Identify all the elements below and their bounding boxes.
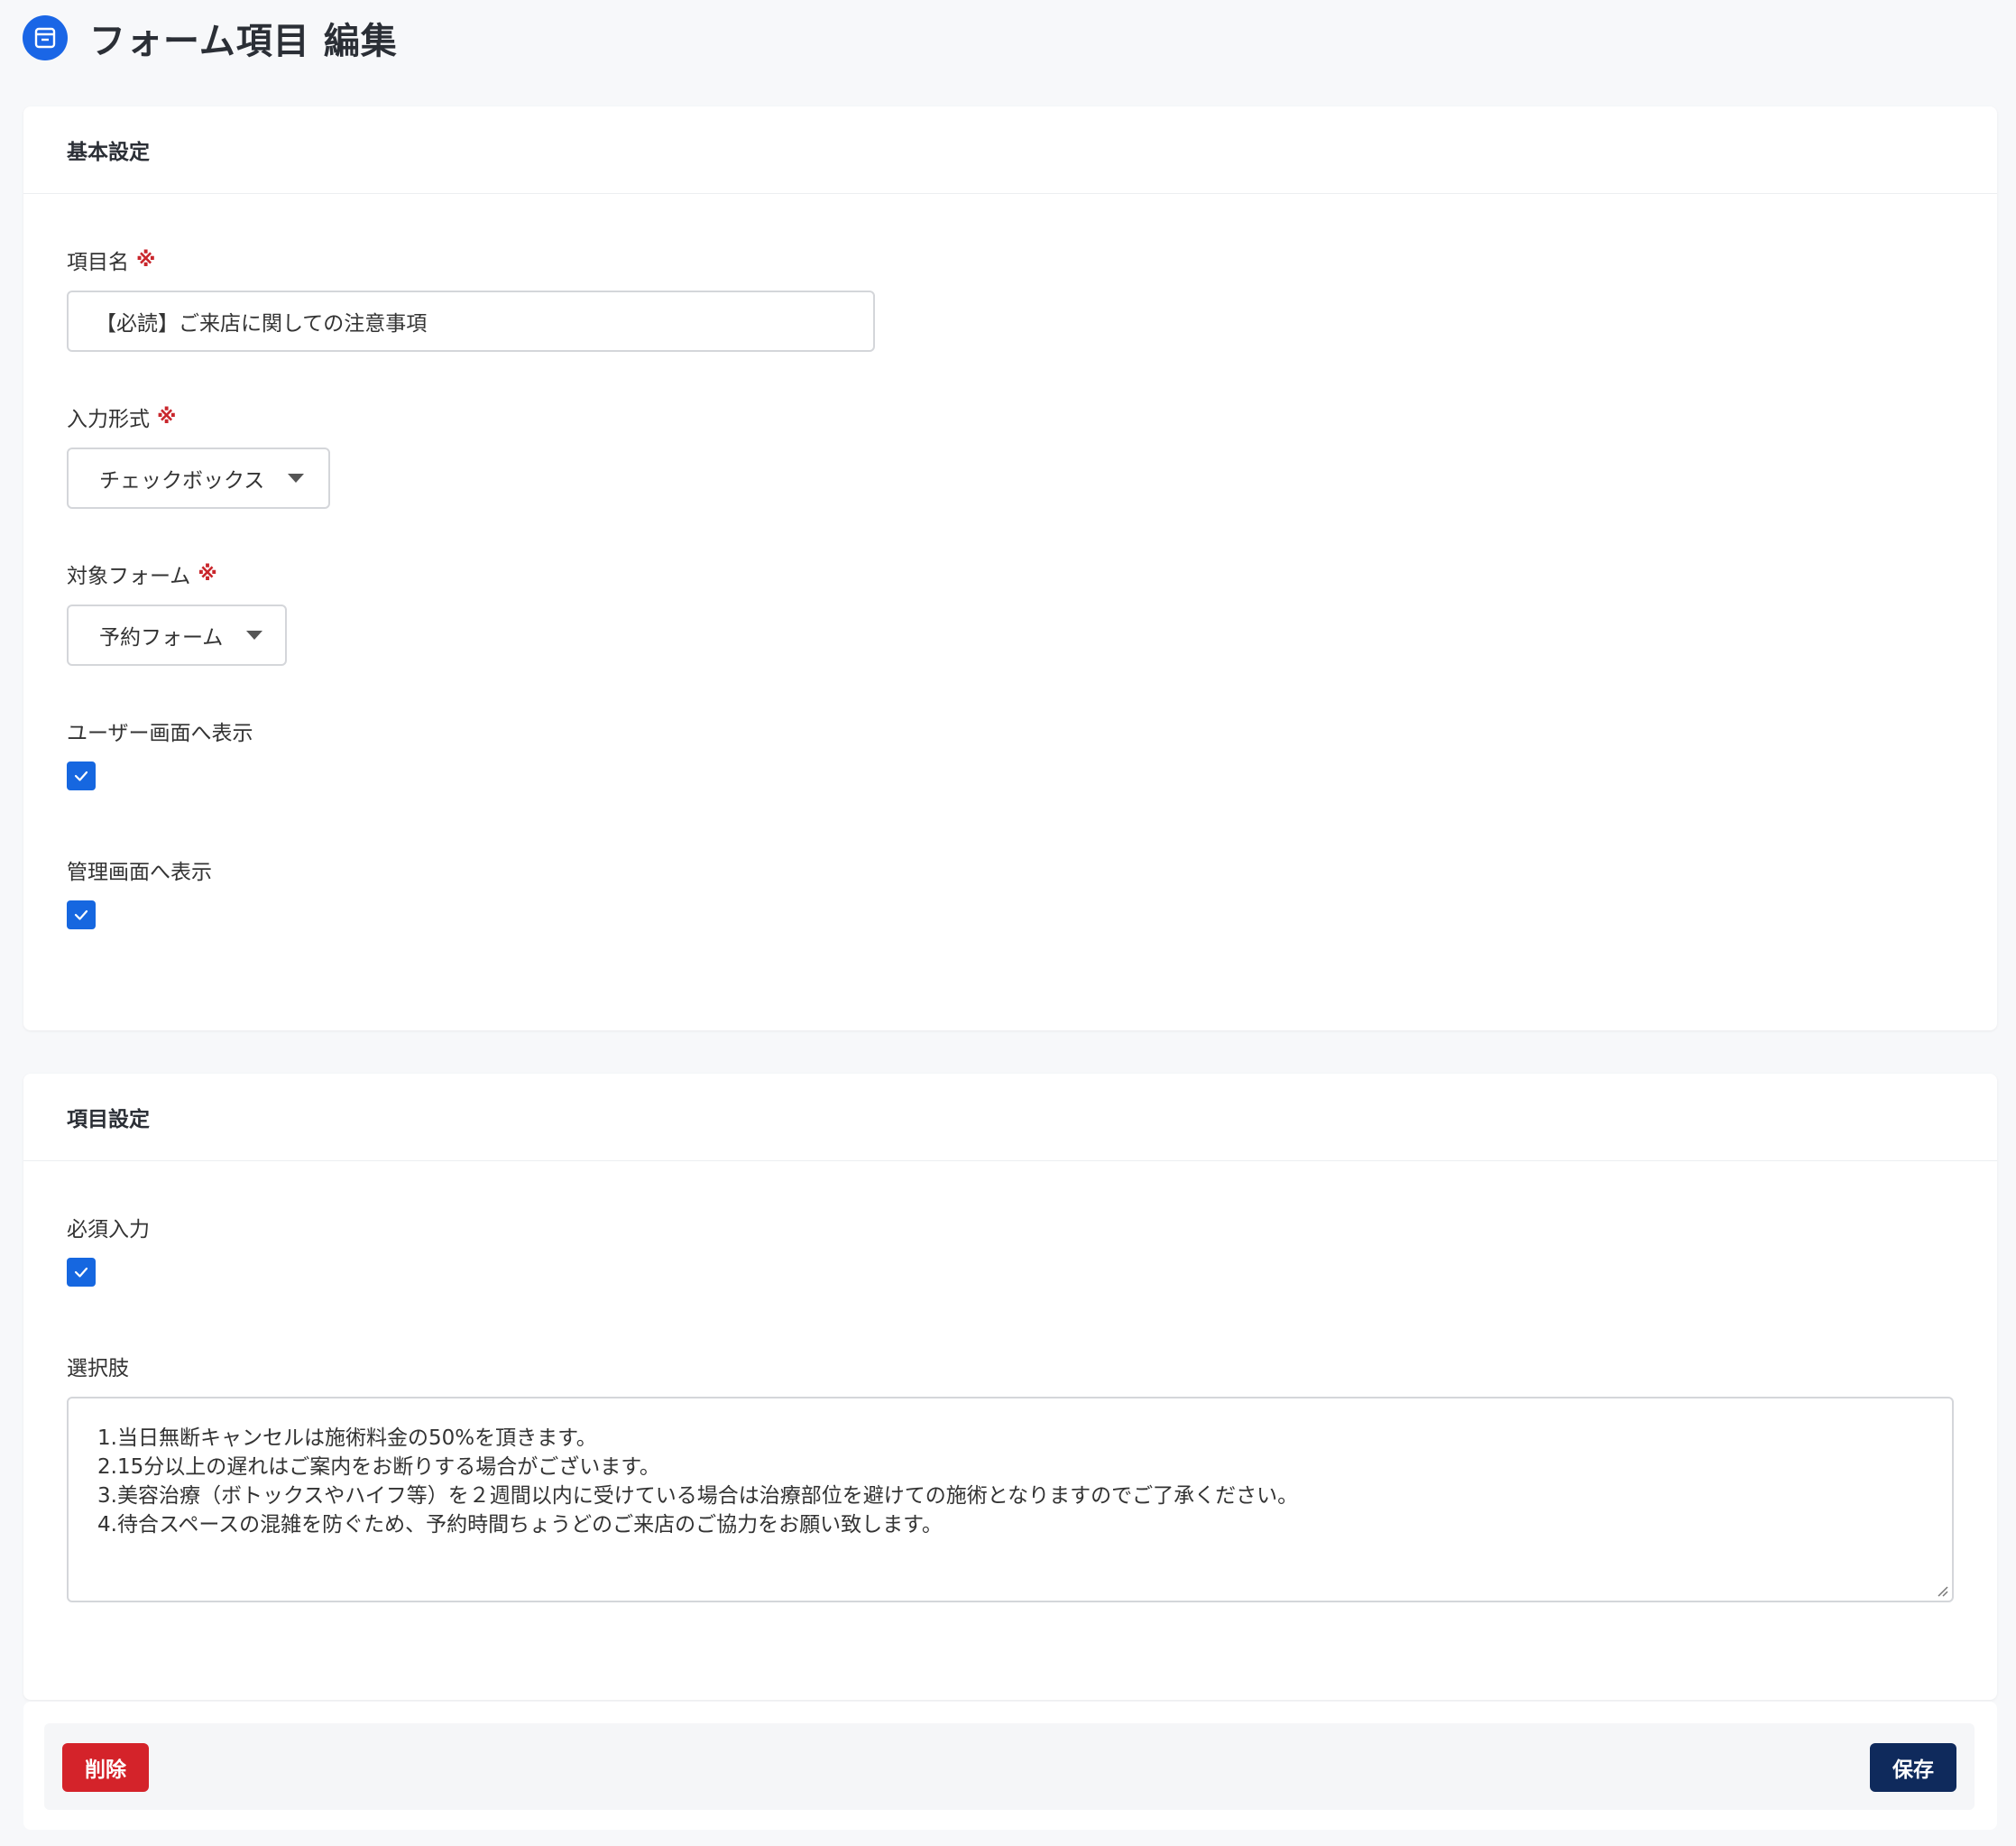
check-icon (74, 909, 88, 920)
choice-line: 4.待合スペースの混雑を防ぐため、予約時間ちょうどのご来店のご協力をお願い致しま… (97, 1513, 943, 1537)
choices-textarea[interactable]: 1.当日無断キャンセルは施術料金の50%を頂きます。 2.15分以上の遅れはご案… (67, 1397, 1954, 1602)
required-mark: ※ (136, 248, 156, 272)
show-user-label: ユーザー画面へ表示 (67, 722, 253, 745)
target-form-value: 予約フォーム (99, 626, 224, 650)
basic-settings-title: 基本設定 (67, 141, 150, 164)
page-header: フォーム項目 編集 (23, 13, 398, 63)
item-name-field: 項目名 ※ (67, 245, 875, 352)
item-settings-card: 項目設定 必須入力 選択肢 1.当日無断キャンセルは施術料金の50%を頂きます。… (23, 1074, 1997, 1700)
input-type-label: 入力形式 (67, 408, 150, 431)
show-user-checkbox[interactable] (67, 761, 96, 790)
action-bar: 削除 保存 (44, 1723, 1975, 1810)
choices-label: 選択肢 (67, 1357, 129, 1380)
save-button[interactable]: 保存 (1870, 1743, 1956, 1792)
item-name-label: 項目名 (67, 251, 129, 274)
target-form-field: 対象フォーム ※ 予約フォーム (67, 559, 287, 666)
input-type-field: 入力形式 ※ チェックボックス (67, 402, 330, 509)
choice-line: 1.当日無断キャンセルは施術料金の50%を頂きます。 (97, 1426, 597, 1450)
required-input-label: 必須入力 (67, 1218, 150, 1241)
show-admin-label: 管理画面へ表示 (67, 861, 212, 884)
input-type-select[interactable]: チェックボックス (67, 448, 330, 509)
page-title: フォーム項目 編集 (89, 21, 398, 62)
choices-field: 選択肢 1.当日無断キャンセルは施術料金の50%を頂きます。 2.15分以上の遅… (67, 1352, 1954, 1602)
input-type-value: チェックボックス (99, 469, 265, 493)
basic-settings-header: 基本設定 (23, 106, 1997, 194)
basic-settings-card: 基本設定 項目名 ※ 入力形式 ※ チェックボックス 対象フォーム ※ 予約フォ… (23, 106, 1997, 1030)
item-settings-title: 項目設定 (67, 1108, 150, 1131)
choice-line: 3.美容治療（ボトックスやハイフ等）を２週間以内に受けている場合は治療部位を避け… (97, 1484, 1299, 1508)
required-mark: ※ (157, 405, 177, 429)
resize-handle-icon[interactable] (1936, 1584, 1948, 1597)
required-input-checkbox[interactable] (67, 1258, 96, 1287)
delete-button[interactable]: 削除 (62, 1743, 149, 1792)
action-footer: 削除 保存 (23, 1702, 1997, 1830)
target-form-select[interactable]: 予約フォーム (67, 605, 287, 666)
caret-down-icon (246, 631, 263, 640)
show-user-field: ユーザー画面へ表示 (67, 716, 253, 790)
target-form-label: 対象フォーム (67, 565, 191, 588)
form-icon (23, 15, 68, 60)
required-mark: ※ (198, 562, 217, 586)
check-icon (74, 1267, 88, 1278)
item-settings-header: 項目設定 (23, 1074, 1997, 1161)
caret-down-icon (288, 474, 305, 483)
show-admin-field: 管理画面へ表示 (67, 855, 212, 929)
choice-line: 2.15分以上の遅れはご案内をお断りする場合がございます。 (97, 1455, 660, 1479)
check-icon (74, 771, 88, 781)
required-input-field: 必須入力 (67, 1213, 150, 1287)
item-name-input[interactable] (67, 291, 875, 352)
show-admin-checkbox[interactable] (67, 900, 96, 929)
